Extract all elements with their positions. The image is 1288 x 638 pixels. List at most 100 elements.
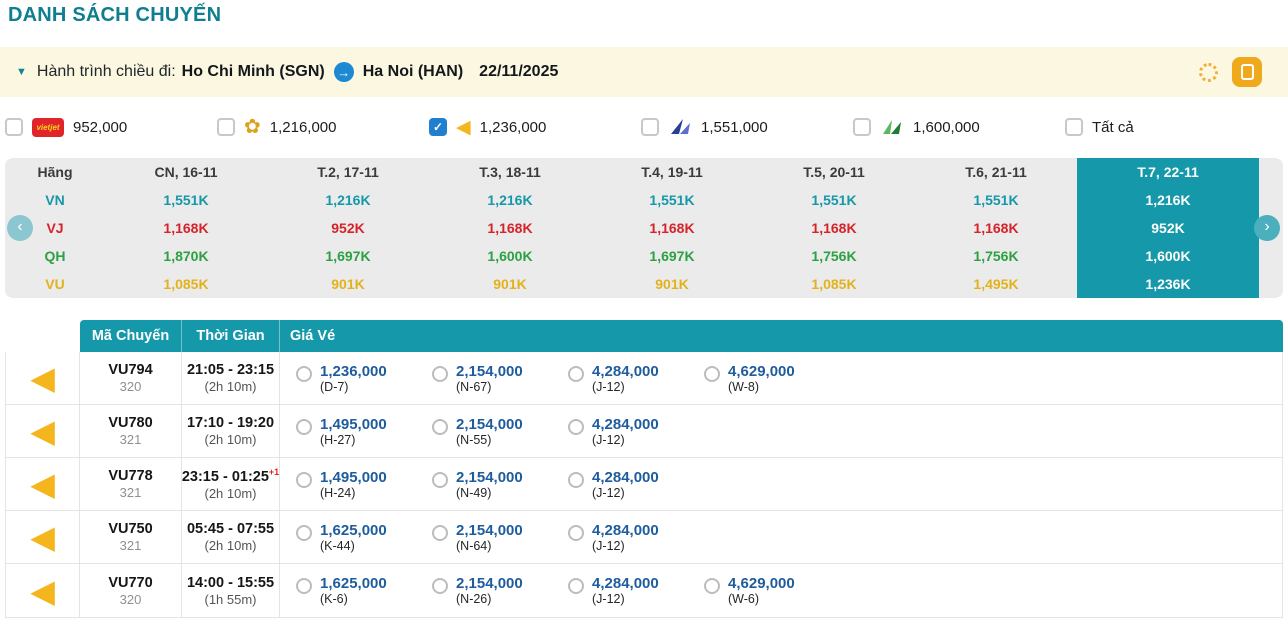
calendar-price-cell[interactable]: 1,168K: [105, 214, 267, 242]
calendar-price-cell[interactable]: 1,216K: [429, 186, 591, 214]
calendar-day-header[interactable]: T.3, 18-11: [429, 158, 591, 186]
calendar-price-cell[interactable]: 1,551K: [105, 186, 267, 214]
calendar-price-cell[interactable]: 1,697K: [591, 242, 753, 270]
calendar-price-cell-selected[interactable]: 1,216K: [1077, 186, 1259, 214]
calendar-day-header[interactable]: T.2, 17-11: [267, 158, 429, 186]
fare-radio[interactable]: [432, 525, 448, 541]
calendar-price-cell[interactable]: 1,551K: [915, 186, 1077, 214]
calendar-price-cell[interactable]: 1,168K: [753, 214, 915, 242]
fare-option[interactable]: 4,284,000(J-12): [568, 522, 704, 553]
fare-option[interactable]: 4,284,000(J-12): [568, 575, 704, 606]
fare-radio[interactable]: [568, 366, 584, 382]
calendar-day-header-selected[interactable]: T.7, 22-11: [1077, 158, 1259, 186]
filter-price: 1,216,000: [270, 119, 337, 136]
fare-option[interactable]: 2,154,000(N-55): [432, 416, 568, 447]
fare-radio[interactable]: [704, 366, 720, 382]
calendar-day-header[interactable]: T.6, 21-11: [915, 158, 1077, 186]
calendar-price-cell[interactable]: 901K: [267, 270, 429, 298]
fare-radio[interactable]: [704, 578, 720, 594]
calendar-price-cell[interactable]: 1,870K: [105, 242, 267, 270]
fare-option[interactable]: 4,284,000(J-12): [568, 469, 704, 500]
calendar-day-header[interactable]: T.5, 20-11: [753, 158, 915, 186]
fare-radio[interactable]: [296, 472, 312, 488]
fare-class: (J-12): [592, 433, 659, 447]
fare-option[interactable]: 2,154,000(N-26): [432, 575, 568, 606]
calendar-next-button[interactable]: ›: [1254, 215, 1280, 241]
calendar-price-cell[interactable]: 901K: [591, 270, 753, 298]
checkbox-pacific[interactable]: [641, 118, 659, 136]
airline-filter-all[interactable]: Tất cả: [1065, 118, 1277, 136]
calendar-price-cell[interactable]: 1,756K: [753, 242, 915, 270]
airline-filter-vietravel[interactable]: ✓ ◀ 1,236,000: [429, 118, 641, 137]
fare-radio[interactable]: [568, 578, 584, 594]
calendar-price-cell[interactable]: 1,495K: [915, 270, 1077, 298]
fare-radio[interactable]: [568, 525, 584, 541]
calendar-price-cell-selected[interactable]: 1,600K: [1077, 242, 1259, 270]
checkbox-vietravel[interactable]: ✓: [429, 118, 447, 136]
calendar-day-header[interactable]: CN, 16-11: [105, 158, 267, 186]
fare-option[interactable]: 4,629,000(W-6): [704, 575, 840, 606]
fare-option[interactable]: 1,625,000(K-44): [296, 522, 432, 553]
calendar-price-cell-selected[interactable]: 952K: [1077, 214, 1259, 242]
calendar-price-cell-selected[interactable]: 1,236K: [1077, 270, 1259, 298]
vietravel-logo: ◀: [30, 362, 55, 394]
calendar-price-cell[interactable]: 1,216K: [267, 186, 429, 214]
checkbox-vietnam-airlines[interactable]: [217, 118, 235, 136]
airline-filter-bamboo[interactable]: 1,600,000: [853, 118, 1065, 136]
airline-filter-vietjet[interactable]: vietjet 952,000: [5, 118, 217, 137]
fare-price: 4,284,000: [592, 522, 659, 539]
fare-radio[interactable]: [296, 419, 312, 435]
fare-radio[interactable]: [568, 472, 584, 488]
fare-radio[interactable]: [296, 578, 312, 594]
fare-radio[interactable]: [432, 578, 448, 594]
flight-code: VU750: [108, 521, 152, 537]
fare-option[interactable]: 2,154,000(N-67): [432, 363, 568, 394]
fare-option[interactable]: 1,236,000(D-7): [296, 363, 432, 394]
fare-option[interactable]: 4,284,000(J-12): [568, 416, 704, 447]
fare-class: (N-67): [456, 380, 523, 394]
fare-radio[interactable]: [432, 472, 448, 488]
fare-radio[interactable]: [296, 525, 312, 541]
checkbox-vietjet[interactable]: [5, 118, 23, 136]
fare-option[interactable]: 1,495,000(H-27): [296, 416, 432, 447]
fare-option[interactable]: 1,625,000(K-6): [296, 575, 432, 606]
calendar-price-cell[interactable]: 1,085K: [105, 270, 267, 298]
calendar-price-cell[interactable]: 1,168K: [429, 214, 591, 242]
calendar-price-cell[interactable]: 1,168K: [591, 214, 753, 242]
calendar-price-cell[interactable]: 1,697K: [267, 242, 429, 270]
calendar-price-cell[interactable]: 1,756K: [915, 242, 1077, 270]
fare-calendar: Hãng CN, 16-11 T.2, 17-11 T.3, 18-11 T.4…: [5, 158, 1283, 298]
airline-filter-pacific[interactable]: 1,551,000: [641, 118, 853, 136]
fare-price: 1,495,000: [320, 416, 387, 433]
calendar-day-header[interactable]: T.4, 19-11: [591, 158, 753, 186]
fare-option[interactable]: 4,629,000(W-8): [704, 363, 840, 394]
airline-code: VN: [5, 186, 105, 214]
fare-option[interactable]: 2,154,000(N-64): [432, 522, 568, 553]
calendar-price-cell[interactable]: 952K: [267, 214, 429, 242]
fare-option[interactable]: 2,154,000(N-49): [432, 469, 568, 500]
fare-option[interactable]: 4,284,000(J-12): [568, 363, 704, 394]
calendar-price-cell[interactable]: 1,600K: [429, 242, 591, 270]
dropdown-caret-icon[interactable]: ▼: [16, 66, 27, 78]
calendar-price-cell[interactable]: 1,551K: [753, 186, 915, 214]
checkbox-all[interactable]: [1065, 118, 1083, 136]
calendar-price-cell[interactable]: 1,168K: [915, 214, 1077, 242]
checkbox-bamboo[interactable]: [853, 118, 871, 136]
fare-radio[interactable]: [296, 366, 312, 382]
fare-class: (K-6): [320, 592, 387, 606]
calendar-price-cell[interactable]: 1,551K: [591, 186, 753, 214]
calendar-price-cell[interactable]: 1,085K: [753, 270, 915, 298]
fare-radio[interactable]: [432, 366, 448, 382]
calendar-prev-button[interactable]: ‹: [7, 215, 33, 241]
flight-code-cell: VU780 321: [80, 405, 182, 457]
fare-radio[interactable]: [432, 419, 448, 435]
flight-time: 23:15 - 01:25+1: [182, 467, 279, 485]
calendar-price-cell[interactable]: 901K: [429, 270, 591, 298]
airline-logo-cell: ◀: [6, 352, 80, 404]
fare-options: 1,495,000(H-24) 2,154,000(N-49) 4,284,00…: [280, 458, 1282, 510]
copy-button[interactable]: [1232, 57, 1262, 87]
fare-option[interactable]: 1,495,000(H-24): [296, 469, 432, 500]
route-arrow-icon: →: [334, 62, 354, 82]
fare-radio[interactable]: [568, 419, 584, 435]
airline-filter-vietnam-airlines[interactable]: ✿ 1,216,000: [217, 117, 429, 137]
